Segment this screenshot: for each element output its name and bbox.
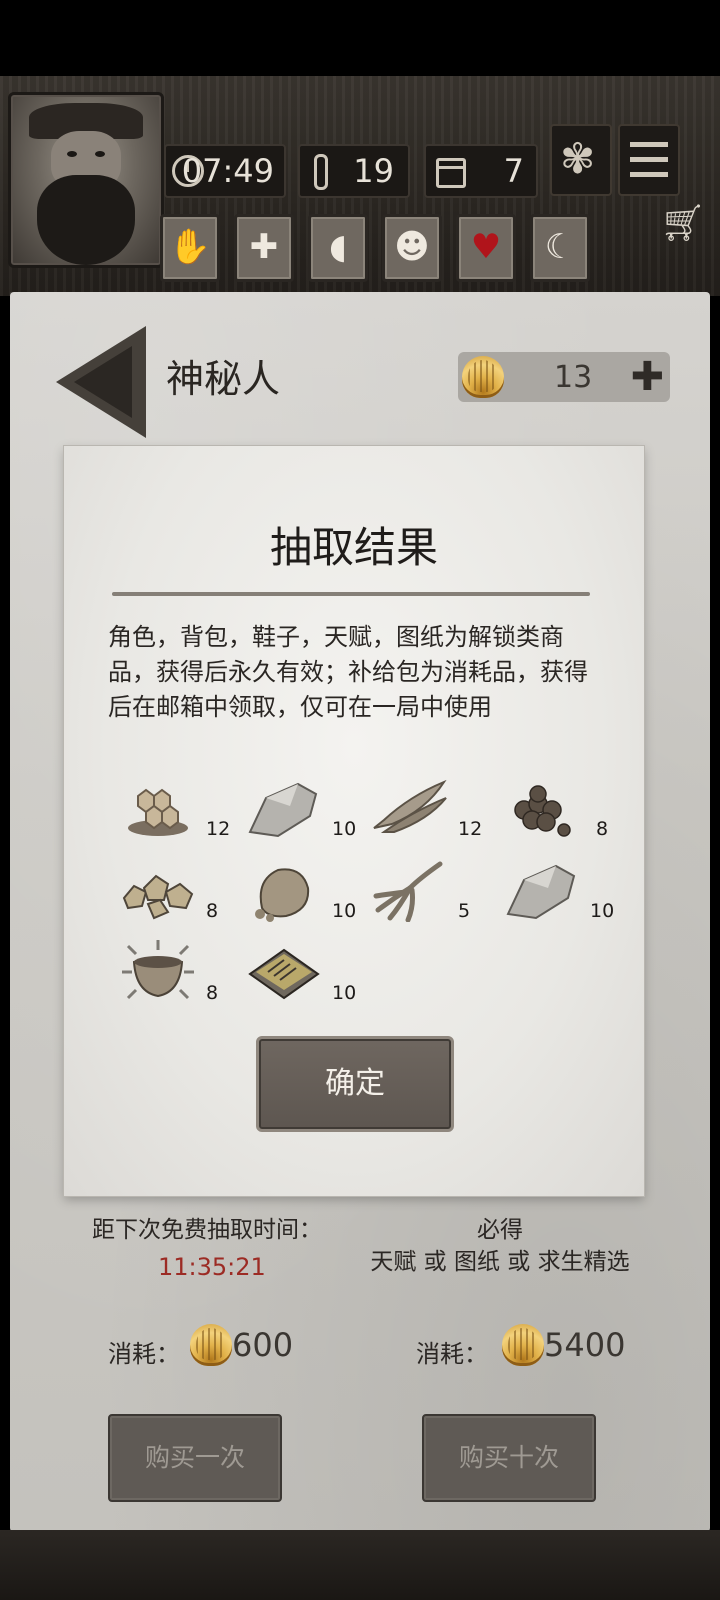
time-display: 07:49 xyxy=(164,144,286,198)
cost-ten-value: 5400 xyxy=(544,1326,626,1364)
character-portrait[interactable] xyxy=(8,92,164,268)
shell-icon xyxy=(462,356,504,398)
currency-value: 13 xyxy=(554,360,593,395)
moon-icon: ☾ xyxy=(544,227,576,267)
heart-icon: ♥ xyxy=(470,227,502,267)
result-item[interactable]: 10 xyxy=(244,858,364,930)
day-display: 7 xyxy=(424,144,538,198)
item-quantity: 5 xyxy=(458,900,471,922)
status-sanity[interactable]: ☻ xyxy=(382,214,442,282)
beard-shape xyxy=(37,175,135,265)
cost-label-ten: 消耗： xyxy=(416,1340,488,1368)
stomach-icon: ◖ xyxy=(329,227,347,267)
free-draw-timer: 11:35:21 xyxy=(158,1253,266,1281)
result-item[interactable]: 8 xyxy=(118,858,238,930)
gold-ore-icon xyxy=(122,874,194,920)
item-quantity: 12 xyxy=(206,818,231,840)
status-health[interactable]: ✚ xyxy=(234,214,294,282)
status-heart[interactable]: ♥ xyxy=(456,214,516,282)
hand-bandage-icon: ✋ xyxy=(168,227,212,267)
result-item[interactable]: 12 xyxy=(118,776,238,848)
bottom-frame xyxy=(0,1530,720,1600)
menu-icon-line xyxy=(630,172,668,177)
status-hunger[interactable]: ◖ xyxy=(308,214,368,282)
currency-box: 13 ✚ xyxy=(458,352,670,402)
temperature-display: 19 xyxy=(298,144,410,198)
talent-button[interactable]: ✾ xyxy=(550,124,612,196)
item-quantity: 10 xyxy=(332,818,357,840)
cost-label-single: 消耗： xyxy=(108,1340,180,1368)
head-icon: ☻ xyxy=(394,227,430,267)
shell-icon xyxy=(502,1324,544,1366)
dried-fish-icon xyxy=(373,779,447,833)
menu-icon-line xyxy=(630,157,668,162)
back-arrow-inner xyxy=(74,346,132,418)
menu-button[interactable] xyxy=(618,124,680,196)
eye-shape xyxy=(67,151,77,157)
guarantee-text: 天赋 或 图纸 或 求生精选 xyxy=(370,1249,630,1275)
bowl-icon xyxy=(122,940,194,1000)
shop-title: 神秘人 xyxy=(166,357,281,401)
thermometer-icon xyxy=(314,154,328,190)
notice-text: 角色，背包，鞋子，天赋，图纸为解锁类商品，获得后永久有效；补给包为消耗品，获得后… xyxy=(108,623,588,721)
result-item[interactable]: 5 xyxy=(370,858,490,930)
time-value: 07:49 xyxy=(181,152,274,190)
menu-icon xyxy=(630,142,668,147)
result-dialog: 抽取结果 角色，背包，鞋子，天赋，图纸为解锁类商品，获得后永久有效；补给包为消耗… xyxy=(64,446,644,1196)
health-cross-icon: ✚ xyxy=(249,227,279,267)
item-quantity: 12 xyxy=(458,818,483,840)
nuts-icon xyxy=(514,785,571,837)
result-item[interactable]: 8 xyxy=(502,776,622,848)
result-item[interactable]: 10 xyxy=(502,858,622,930)
item-quantity: 10 xyxy=(590,900,615,922)
item-quantity: 8 xyxy=(596,818,609,840)
divider xyxy=(112,592,590,596)
top-hud: 07:49 19 7 ✾ ✋ ✚ ◖ ☻ ♥ ☾ 🛒︎ xyxy=(0,76,720,296)
item-quantity: 8 xyxy=(206,900,219,922)
temperature-value: 19 xyxy=(353,152,394,190)
ginseng-root-icon xyxy=(373,861,443,922)
item-quantity: 8 xyxy=(206,982,219,1004)
free-draw-label: 距下次免费抽取时间： xyxy=(92,1217,322,1243)
cart-icon[interactable]: 🛒︎ xyxy=(660,202,706,244)
calendar-icon xyxy=(436,158,466,188)
eye-shape xyxy=(95,151,105,157)
cost-single-value: 600 xyxy=(232,1326,294,1364)
guarantee-title: 必得 xyxy=(477,1217,523,1243)
buy-ten-button[interactable]: 购买十次 xyxy=(422,1414,596,1502)
result-item[interactable]: 10 xyxy=(244,940,364,1012)
item-quantity: 10 xyxy=(332,900,357,922)
shell-icon xyxy=(190,1324,232,1366)
leaf-icon: ✾ xyxy=(560,134,596,183)
status-sleep[interactable]: ☾ xyxy=(530,214,590,282)
buy-once-button[interactable]: 购买一次 xyxy=(108,1414,282,1502)
flint-stone-icon xyxy=(506,864,576,920)
result-item[interactable]: 8 xyxy=(118,940,238,1012)
status-hand-bandage[interactable]: ✋ xyxy=(160,214,220,282)
flint-stone-icon xyxy=(248,782,318,838)
add-currency-button[interactable]: ✚ xyxy=(630,357,664,397)
dialog-title: 抽取结果 xyxy=(269,523,438,572)
result-item[interactable]: 10 xyxy=(244,776,364,848)
guarantee-info: 必得 天赋 或 图纸 或 求生精选 xyxy=(360,1214,640,1278)
result-item[interactable]: 12 xyxy=(370,776,490,848)
blueprint-book-icon xyxy=(248,948,320,1000)
confirm-button[interactable]: 确定 xyxy=(256,1036,454,1132)
stone-rock-icon xyxy=(255,868,310,922)
honeycomb-icon xyxy=(128,788,188,836)
day-value: 7 xyxy=(503,152,524,190)
item-quantity: 10 xyxy=(332,982,357,1004)
